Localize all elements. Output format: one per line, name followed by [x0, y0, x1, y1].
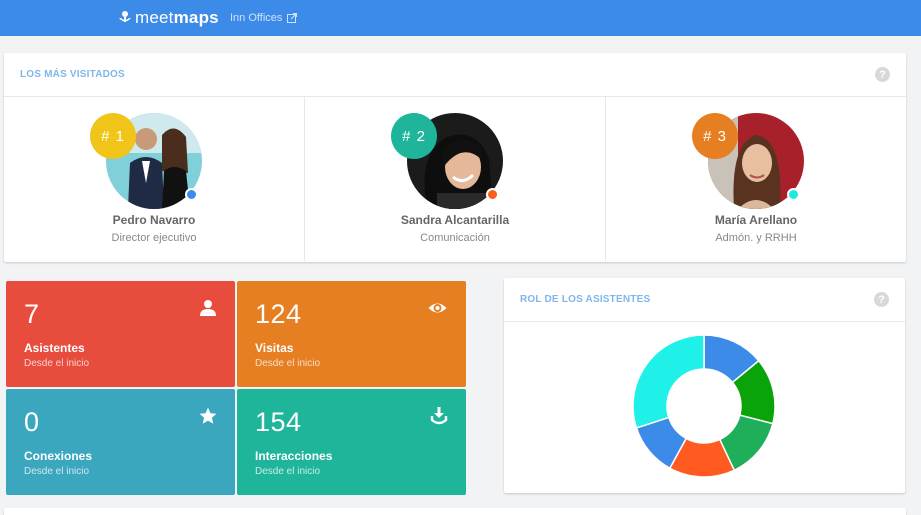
- most-visited-list: # 1 Pedro Navarro Director ejecutivo # 2…: [4, 97, 906, 261]
- person-card[interactable]: # 1 Pedro Navarro Director ejecutivo: [4, 97, 305, 261]
- rank-badge: # 1: [90, 113, 136, 159]
- stat-subtitle: Desde el inicio: [24, 358, 90, 369]
- brand-name: meetmaps: [135, 8, 219, 27]
- status-indicator: [787, 188, 800, 201]
- stat-tile-interacciones[interactable]: 154 Interacciones Desde el inicio: [237, 389, 466, 495]
- person-icon: [200, 300, 216, 316]
- event-name: Inn Offices: [230, 12, 283, 24]
- person-role: Admón. y RRHH: [715, 232, 797, 244]
- help-icon[interactable]: ?: [875, 67, 890, 82]
- external-link-icon: [287, 13, 298, 23]
- donut-slice-6[interactable]: [632, 334, 705, 429]
- person-name: Sandra Alcantarilla: [400, 213, 510, 227]
- avatar-container: # 1: [90, 113, 202, 209]
- stat-tile-conexiones[interactable]: 0 Conexiones Desde el inicio: [6, 389, 235, 495]
- avatar-container: # 2: [391, 113, 503, 209]
- stat-value: 7: [24, 299, 40, 329]
- roles-donut-chart: [632, 334, 776, 478]
- stat-label: Conexiones: [24, 449, 93, 463]
- stat-tile-asistentes[interactable]: 7 Asistentes Desde el inicio: [6, 281, 235, 387]
- star-icon: [199, 407, 217, 424]
- avatar-container: # 3: [692, 113, 804, 209]
- top-navbar: meetmaps Inn Offices: [0, 0, 921, 36]
- bottom-card: [4, 508, 906, 515]
- status-indicator: [185, 188, 198, 201]
- person-card[interactable]: # 3 María Arellano Admón. y RRHH: [606, 97, 906, 261]
- meetmaps-logo-icon: [119, 11, 131, 22]
- most-visited-header: LOS MÁS VISITADOS ?: [4, 53, 906, 97]
- attendee-roles-card: ROL DE LOS ASISTENTES ?: [504, 278, 905, 493]
- attendee-roles-header: ROL DE LOS ASISTENTES ?: [504, 278, 905, 322]
- most-visited-card: LOS MÁS VISITADOS ? # 1 Pedro Navarro Di…: [4, 53, 906, 262]
- stat-label: Asistentes: [24, 341, 85, 355]
- stat-label: Interacciones: [255, 449, 333, 463]
- person-name: María Arellano: [714, 213, 798, 227]
- most-visited-title: LOS MÁS VISITADOS: [20, 69, 125, 80]
- stat-label: Visitas: [255, 341, 294, 355]
- download-icon: [430, 407, 448, 425]
- person-name: Pedro Navarro: [112, 213, 196, 227]
- stat-tile-visitas[interactable]: 124 Visitas Desde el inicio: [237, 281, 466, 387]
- rank-badge: # 3: [692, 113, 738, 159]
- rank-badge: # 2: [391, 113, 437, 159]
- stat-value: 154: [255, 407, 302, 437]
- person-role: Comunicación: [420, 232, 490, 244]
- brand-logo[interactable]: meetmaps: [118, 7, 219, 29]
- person-role: Director ejecutivo: [111, 232, 197, 244]
- eye-icon: [428, 303, 447, 313]
- stat-subtitle: Desde el inicio: [255, 358, 321, 369]
- event-link[interactable]: Inn Offices: [230, 12, 298, 24]
- stat-value: 124: [255, 299, 302, 329]
- person-card[interactable]: # 2 Sandra Alcantarilla Comunicación: [305, 97, 606, 261]
- stat-subtitle: Desde el inicio: [24, 466, 90, 477]
- status-indicator: [486, 188, 499, 201]
- stat-value: 0: [24, 407, 40, 437]
- stat-subtitle: Desde el inicio: [255, 466, 321, 477]
- attendee-roles-title: ROL DE LOS ASISTENTES: [520, 294, 651, 305]
- help-icon[interactable]: ?: [874, 292, 889, 307]
